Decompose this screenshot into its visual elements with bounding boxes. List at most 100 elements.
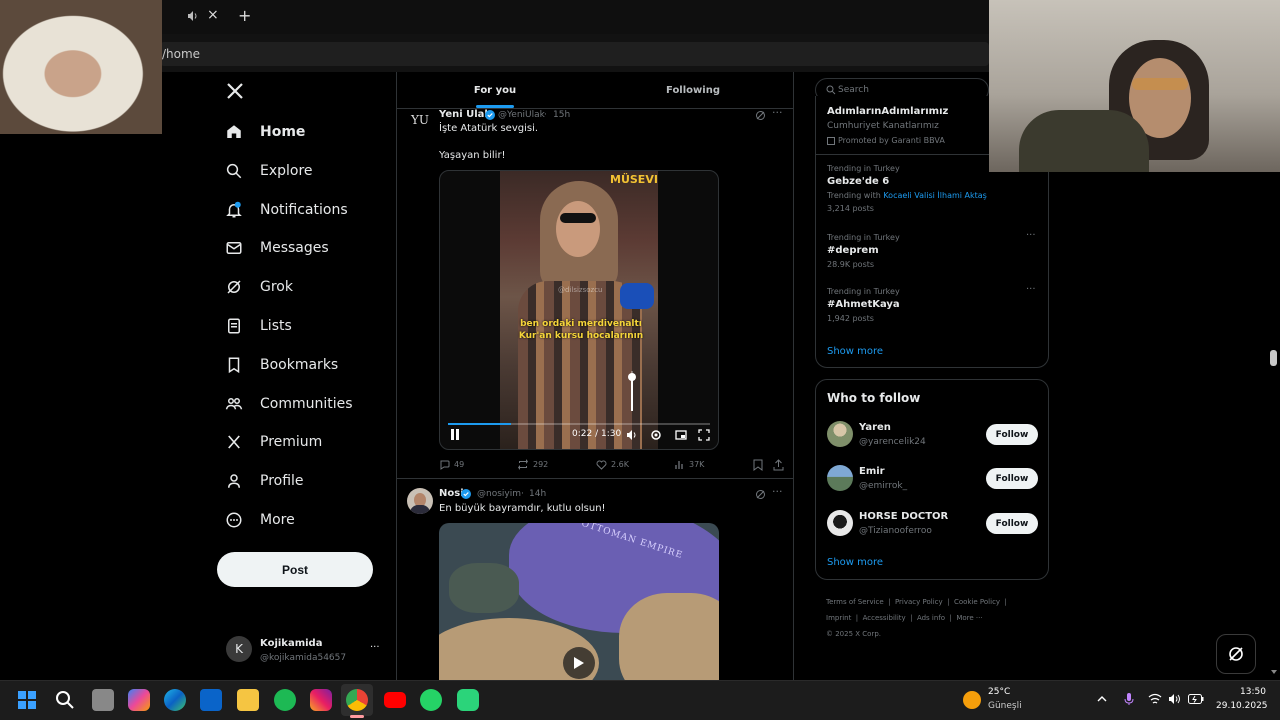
spotify-icon[interactable] (274, 689, 296, 711)
address-field[interactable]: /home (160, 42, 989, 66)
clock-date[interactable]: 29.10.2025 (1216, 701, 1268, 711)
microphone-icon[interactable] (1124, 692, 1134, 706)
sidebar-item-notifications[interactable]: Notifications (222, 192, 348, 228)
repost-button[interactable]: 292 (517, 459, 548, 470)
user-avatar[interactable] (827, 465, 853, 491)
follow-button[interactable]: Follow (986, 513, 1038, 534)
scrollbar-thumb[interactable] (1270, 350, 1277, 366)
sidebar-item-more[interactable]: More (222, 502, 295, 538)
tweet-handle[interactable]: @nosiyim (477, 489, 521, 499)
sidebar-item-explore[interactable]: Explore (222, 153, 313, 189)
tweet-more-button[interactable]: ··· (772, 485, 783, 498)
like-button[interactable]: 2.6K (596, 459, 629, 470)
new-tab-button[interactable]: + (238, 6, 251, 25)
trends-show-more[interactable]: Show more (827, 346, 883, 357)
tweet[interactable]: Nosi @nosiyim · 14h ··· En büyük bayramd… (397, 485, 793, 680)
sidebar-item-lists[interactable]: Lists (222, 308, 292, 344)
trend-more-button[interactable]: ··· (1026, 230, 1036, 241)
copilot-icon[interactable] (128, 689, 150, 711)
video-progress-track[interactable] (448, 423, 710, 425)
tweet-handle[interactable]: @YeniUlak (498, 110, 545, 120)
pip-icon[interactable] (675, 429, 687, 441)
sidebar-item-premium[interactable]: Premium (222, 424, 322, 460)
user-name[interactable]: Yaren (859, 422, 891, 433)
trend-more-button[interactable]: ··· (1026, 284, 1036, 295)
tweet[interactable]: YU Yeni Ulak @YeniUlak · 15h ··· İşte At… (397, 106, 793, 479)
battery-icon[interactable] (1188, 694, 1204, 704)
user-name[interactable]: Emir (859, 466, 885, 477)
volume-icon[interactable] (626, 429, 638, 441)
promo-title[interactable]: AdımlarınAdımlarımız (827, 106, 948, 117)
chrome-icon[interactable] (346, 689, 368, 711)
account-switcher[interactable]: K Kojikamida @kojikamida54657 ··· (224, 634, 384, 670)
user-avatar[interactable] (827, 510, 853, 536)
tweet-author-name[interactable]: Yeni Ulak (439, 109, 491, 120)
weather-temp[interactable]: 25°C (988, 687, 1010, 697)
fullscreen-icon[interactable] (698, 429, 710, 441)
user-avatar[interactable] (827, 421, 853, 447)
grok-icon[interactable] (755, 489, 766, 500)
reply-button[interactable]: 49 (439, 459, 464, 470)
grok-icon[interactable] (755, 110, 766, 121)
repost-icon (518, 459, 528, 470)
clock-time[interactable]: 13:50 (1240, 687, 1266, 697)
speaker-icon[interactable] (1168, 693, 1182, 705)
footer-ads[interactable]: Ads info (917, 614, 945, 622)
tweet-time[interactable]: 14h (529, 489, 546, 499)
sidebar-item-grok[interactable]: Grok (222, 269, 293, 305)
follow-button[interactable]: Follow (986, 468, 1038, 489)
user-name[interactable]: HORSE DOCTOR (859, 511, 948, 522)
settings-gear-icon[interactable] (650, 429, 662, 441)
views-button[interactable]: 37K (674, 459, 704, 470)
tweet-more-button[interactable]: ··· (772, 106, 783, 119)
pause-icon[interactable] (450, 429, 460, 440)
file-explorer-icon[interactable] (237, 689, 259, 711)
trend-item[interactable]: Trending in Turkey #AhmetKaya 1,942 post… (827, 287, 1042, 323)
tab-audio-icon[interactable] (187, 10, 199, 22)
grok-floating-button[interactable] (1216, 634, 1256, 674)
tweet-author-name[interactable]: Nosi (439, 488, 464, 499)
footer-cookie[interactable]: Cookie Policy (954, 598, 1000, 606)
volume-slider[interactable] (628, 371, 636, 411)
footer-accessibility[interactable]: Accessibility (863, 614, 906, 622)
edge-icon[interactable] (164, 689, 186, 711)
play-icon[interactable] (563, 647, 595, 679)
chevron-up-icon[interactable] (1097, 695, 1107, 702)
trend-with-link[interactable]: Kocaeli Valisi İlhami Aktaş (883, 191, 987, 200)
wifi-icon[interactable] (1148, 693, 1162, 705)
sidebar-item-profile[interactable]: Profile (222, 463, 304, 499)
tab-for-you[interactable]: For you (397, 72, 593, 108)
volume-knob[interactable] (628, 373, 636, 381)
sidebar-item-messages[interactable]: Messages (222, 230, 329, 266)
task-view-icon[interactable] (92, 689, 114, 711)
footer-more[interactable]: More ··· (956, 614, 982, 622)
sidebar-item-communities[interactable]: Communities (222, 386, 353, 422)
video-player[interactable]: MÜSEVI @dilsizsozcu ben ordaki merdivena… (439, 170, 719, 450)
tweet-time[interactable]: 15h (553, 110, 570, 120)
trend-item[interactable]: Trending in Turkey #deprem 28.9K posts (827, 233, 1042, 269)
taskbar-search-icon[interactable] (55, 690, 75, 710)
footer-imprint[interactable]: Imprint (826, 614, 851, 622)
tab-following[interactable]: Following (593, 72, 793, 108)
x-logo-icon[interactable] (226, 82, 244, 100)
scroll-down-arrow[interactable] (1271, 670, 1277, 674)
android-app-icon[interactable] (457, 689, 479, 711)
tab-close-button[interactable]: × (207, 7, 219, 23)
youtube-icon[interactable] (384, 692, 406, 708)
tweet-media-map[interactable]: OTTOMAN EMPIRE (439, 523, 719, 680)
sidebar-item-home[interactable]: Home (222, 114, 305, 150)
whatsapp-icon[interactable] (420, 689, 442, 711)
sidebar-item-bookmarks[interactable]: Bookmarks (222, 347, 338, 383)
follow-button[interactable]: Follow (986, 424, 1038, 445)
outlook-icon[interactable] (200, 689, 222, 711)
start-icon[interactable] (18, 691, 36, 709)
bookmark-icon[interactable] (753, 459, 763, 471)
instagram-icon[interactable] (310, 689, 332, 711)
weather-icon[interactable] (963, 691, 981, 709)
footer-privacy[interactable]: Privacy Policy (895, 598, 943, 606)
post-button[interactable]: Post (217, 552, 373, 587)
who-show-more[interactable]: Show more (827, 557, 883, 568)
footer-terms[interactable]: Terms of Service (826, 598, 884, 606)
account-more-button[interactable]: ··· (370, 642, 380, 653)
share-icon[interactable] (773, 459, 784, 471)
